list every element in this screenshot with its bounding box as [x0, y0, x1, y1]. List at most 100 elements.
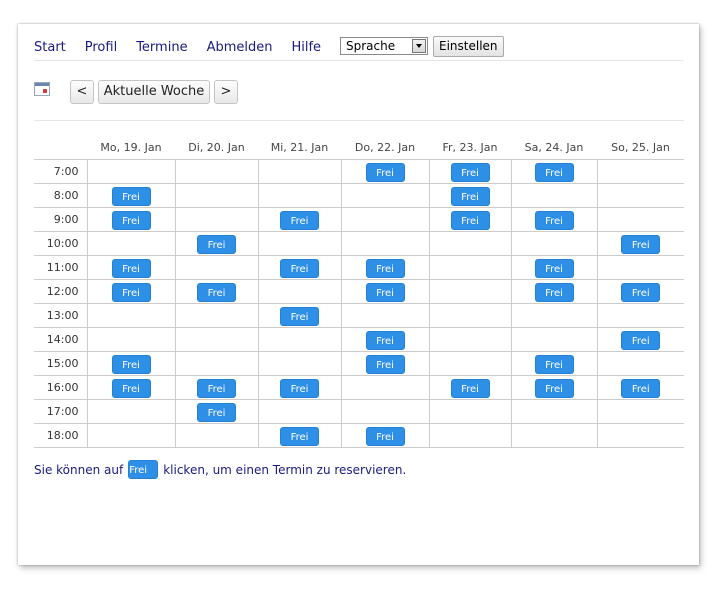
time-label: 10:00	[34, 230, 88, 256]
slot-cell: Frei	[340, 278, 430, 304]
slot-cell: Frei	[86, 182, 176, 208]
slot-cell	[596, 422, 684, 448]
nav-profil[interactable]: Profil	[85, 40, 117, 56]
frei-slot-button[interactable]: Frei	[621, 378, 661, 398]
frei-slot-button[interactable]: Frei	[280, 306, 319, 326]
frei-slot-button[interactable]: Frei	[197, 282, 236, 302]
frei-slot-button[interactable]: Frei	[197, 378, 236, 398]
slot-cell: Frei	[257, 206, 342, 232]
frei-slot-button[interactable]: Frei	[197, 234, 236, 254]
language-select[interactable]: Sprache	[340, 37, 428, 55]
frei-slot-button[interactable]: Frei	[111, 186, 151, 206]
prev-week-button[interactable]: <	[70, 80, 94, 104]
frei-slot-button[interactable]: Frei	[111, 258, 151, 278]
slot-cell	[86, 326, 176, 352]
calendar-icon[interactable]	[34, 82, 50, 96]
day-header: Fr, 23. Jan	[429, 136, 511, 160]
current-week-button[interactable]: Aktuelle Woche	[98, 80, 210, 104]
slot-cell	[174, 302, 259, 328]
divider	[34, 60, 684, 61]
nav-abmelden[interactable]: Abmelden	[207, 40, 273, 56]
frei-slot-button[interactable]: Frei	[621, 330, 661, 350]
slot-cell	[86, 398, 176, 424]
slot-cell: Frei	[428, 182, 512, 208]
slot-cell: Frei	[86, 374, 176, 400]
slot-cell	[86, 230, 176, 256]
slot-cell	[174, 422, 259, 448]
nav-start[interactable]: Start	[34, 40, 66, 56]
frei-slot-button[interactable]: Frei	[534, 378, 574, 398]
corner-cell	[34, 136, 87, 160]
frei-slot-button[interactable]: Frei	[621, 234, 661, 254]
slot-cell: Frei	[257, 302, 342, 328]
slot-cell: Frei	[510, 374, 598, 400]
frei-slot-button[interactable]: Frei	[111, 378, 151, 398]
slot-cell: Frei	[596, 278, 684, 304]
frei-slot-button[interactable]: Frei	[280, 426, 319, 446]
frei-slot-button[interactable]: Frei	[450, 378, 490, 398]
slot-cell	[174, 182, 259, 208]
frei-slot-button[interactable]: Frei	[280, 258, 319, 278]
time-row: 18:00 Frei Frei	[34, 422, 684, 448]
frei-slot-button[interactable]: Frei	[365, 258, 405, 278]
frei-slot-button[interactable]: Frei	[450, 186, 490, 206]
slot-cell	[596, 302, 684, 328]
frei-slot-button[interactable]: Frei	[365, 354, 405, 374]
frei-slot-button[interactable]: Frei	[111, 210, 151, 230]
slot-cell: Frei	[86, 278, 176, 304]
frei-slot-button[interactable]: Frei	[534, 354, 574, 374]
day-header: Sa, 24. Jan	[511, 136, 597, 160]
nav-termine[interactable]: Termine	[136, 40, 187, 56]
frei-slot-button[interactable]: Frei	[534, 282, 574, 302]
time-row: 17:00 Frei	[34, 398, 684, 424]
day-header: Mo, 19. Jan	[87, 136, 175, 160]
nav-hilfe[interactable]: Hilfe	[291, 40, 321, 56]
slot-cell	[510, 302, 598, 328]
frei-slot-button[interactable]: Frei	[534, 210, 574, 230]
week-calendar: Mo, 19. Jan Di, 20. Jan Mi, 21. Jan Do, 22.…	[34, 136, 684, 448]
slot-cell	[257, 326, 342, 352]
slot-cell: Frei	[340, 422, 430, 448]
frei-slot-button[interactable]: Frei	[197, 402, 236, 422]
frei-slot-button[interactable]: Frei	[365, 282, 405, 302]
next-week-button[interactable]: >	[214, 80, 238, 104]
slot-cell: Frei	[596, 326, 684, 352]
day-header: So, 25. Jan	[597, 136, 684, 160]
time-row: 7:00 Frei Frei Frei	[34, 158, 684, 184]
frei-slot-button[interactable]: Frei	[280, 378, 319, 398]
slot-cell	[428, 230, 512, 256]
slot-cell: Frei	[86, 254, 176, 280]
frei-slot-button[interactable]: Frei	[534, 258, 574, 278]
slot-cell	[257, 158, 342, 184]
slot-cell	[86, 422, 176, 448]
slot-cell	[257, 182, 342, 208]
frei-slot-button[interactable]: Frei	[365, 330, 405, 350]
time-label: 14:00	[34, 326, 88, 352]
chevron-down-icon[interactable]	[412, 39, 426, 53]
slot-cell	[596, 158, 684, 184]
time-row: 9:00 Frei Frei Frei Frei	[34, 206, 684, 232]
hint-before: Sie können auf	[34, 462, 124, 477]
day-header: Di, 20. Jan	[175, 136, 258, 160]
slot-cell: Frei	[340, 350, 430, 376]
frei-slot-button[interactable]: Frei	[280, 210, 319, 230]
slot-cell	[428, 326, 512, 352]
frei-slot-button[interactable]: Frei	[621, 282, 661, 302]
frei-slot-button[interactable]: Frei	[534, 162, 574, 182]
slot-cell	[428, 398, 512, 424]
slot-cell: Frei	[510, 254, 598, 280]
slot-cell: Frei	[340, 158, 430, 184]
slot-cell	[340, 398, 430, 424]
slot-cell	[510, 230, 598, 256]
frei-slot-button[interactable]: Frei	[365, 426, 405, 446]
frei-slot-button[interactable]: Frei	[111, 282, 151, 302]
slot-cell: Frei	[340, 254, 430, 280]
frei-slot-button[interactable]: Frei	[450, 162, 490, 182]
einstellen-button[interactable]: Einstellen	[433, 36, 504, 57]
slot-cell	[510, 182, 598, 208]
time-label: 13:00	[34, 302, 88, 328]
frei-slot-button[interactable]: Frei	[450, 210, 490, 230]
frei-slot-button[interactable]: Frei	[111, 354, 151, 374]
content-panel: Start Profil Termine Abmelden Hilfe Spra…	[18, 24, 699, 565]
frei-slot-button[interactable]: Frei	[365, 162, 405, 182]
